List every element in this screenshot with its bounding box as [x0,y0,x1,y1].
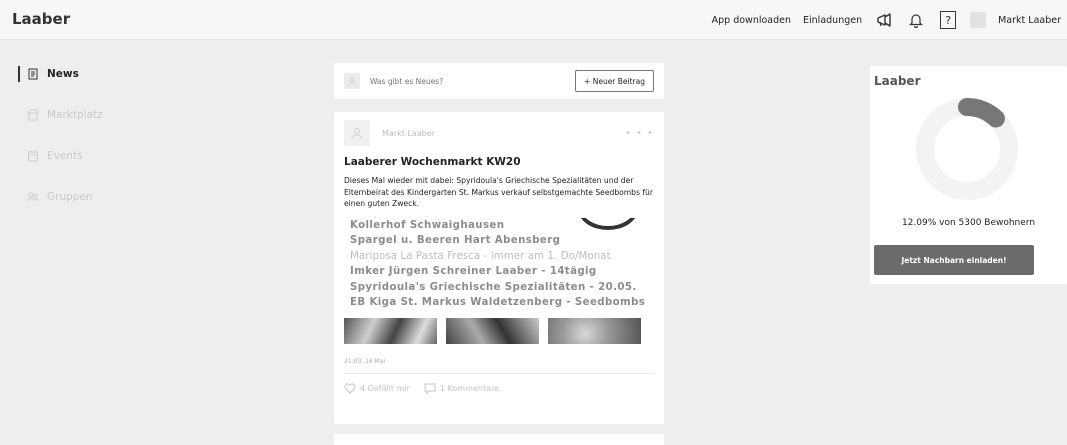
post-image[interactable]: Kollerhof Schwaighausen Spargel u. Beere… [344,217,654,314]
comment-icon [424,383,436,394]
residents-donut-chart [912,94,1022,204]
more-options-icon[interactable]: • • • [625,128,654,139]
divider [344,372,654,374]
post-card: Markt Laaber • • • Laaberer Wochenmarkt … [334,112,664,424]
flyer-line: Mariposa La Pasta Fresca - immer am 1. D… [350,250,611,262]
product-photo [344,317,437,344]
megaphone-icon[interactable] [874,10,894,30]
top-nav: App downloaden Einladungen ? Markt Laabe… [712,0,1061,40]
community-stats-card: Laaber 12.09% von 5300 Bewohnern Jetzt N… [870,66,1067,284]
help-button[interactable]: ? [938,10,958,30]
help-icon: ? [940,11,957,29]
app-download-link[interactable]: App downloaden [712,15,791,26]
user-avatar[interactable] [970,12,987,28]
flyer-line: Imker Jürgen Schreiner Laaber - 14tägig [350,266,597,277]
sidebar-item-marktplatz[interactable]: Marktplatz [18,105,198,125]
group-icon [27,191,39,203]
post-title: Laaberer Wochenmarkt KW20 [344,156,521,168]
product-photo [548,317,641,344]
comment-count: 1 Kommentare [439,383,499,393]
user-name-link[interactable]: Markt Laaber [998,15,1061,26]
sidebar-item-label: Marktplatz [47,109,103,121]
author-avatar[interactable] [344,120,370,146]
new-post-button[interactable]: + Neuer Beitrag [575,70,654,92]
invite-neighbors-button[interactable]: Jetzt Nachbarn einladen! [874,245,1034,275]
donut-fill [958,98,1005,128]
calendar-icon [27,150,39,162]
user-placeholder-icon [351,127,363,140]
new-post-input[interactable] [370,76,576,86]
like-button[interactable]: 4 Gefällt mir [344,382,410,394]
sidebar-item-label: Events [47,150,83,162]
brand-logo[interactable]: Laaber [12,10,70,28]
post-actions: 4 Gefällt mir 1 Kommentare [344,382,654,394]
post-body: Dieses Mal wieder mit dabei: Spyridoula'… [344,176,653,208]
post-timestamp: 21:03, 16 Mai [344,357,386,365]
sidebar-item-gruppen[interactable]: Gruppen [18,187,198,207]
composer-avatar [344,73,360,89]
next-post-card [334,434,664,445]
comment-button[interactable]: 1 Kommentare [424,383,499,394]
heart-icon [344,382,356,394]
stats-title: Laaber [874,74,921,88]
product-photo [446,317,539,344]
post-author[interactable]: Markt Laaber [382,129,625,138]
post-header: Markt Laaber • • • [344,120,654,146]
like-count: 4 Gefällt mir [360,383,410,393]
top-bar: Laaber App downloaden Einladungen ? Mark… [0,0,1067,40]
residents-percentage: 12.09% von 5300 Bewohnern [901,218,1036,228]
store-icon [27,109,39,121]
invitations-link[interactable]: Einladungen [803,15,862,26]
sidebar-item-events[interactable]: Events [18,146,198,166]
flyer-line: Spyridoula's Griechische Spezialitäten -… [350,281,637,293]
active-indicator [18,66,20,82]
post-composer: + Neuer Beitrag [334,63,664,99]
sidebar-item-label: Gruppen [47,191,93,203]
flyer-photos [344,317,654,344]
sidebar: News Marktplatz Events Gruppen [18,64,198,228]
flyer-line: Spargel u. Beeren Hart Abensberg [350,235,561,246]
sidebar-item-news[interactable]: News [18,64,198,84]
user-placeholder-icon [348,77,356,86]
bell-icon[interactable] [906,10,926,30]
newspaper-icon [27,68,39,80]
sidebar-item-label: News [47,68,79,80]
flyer-line: EB Kiga St. Markus Waldetzenberg - Seedb… [350,297,646,308]
